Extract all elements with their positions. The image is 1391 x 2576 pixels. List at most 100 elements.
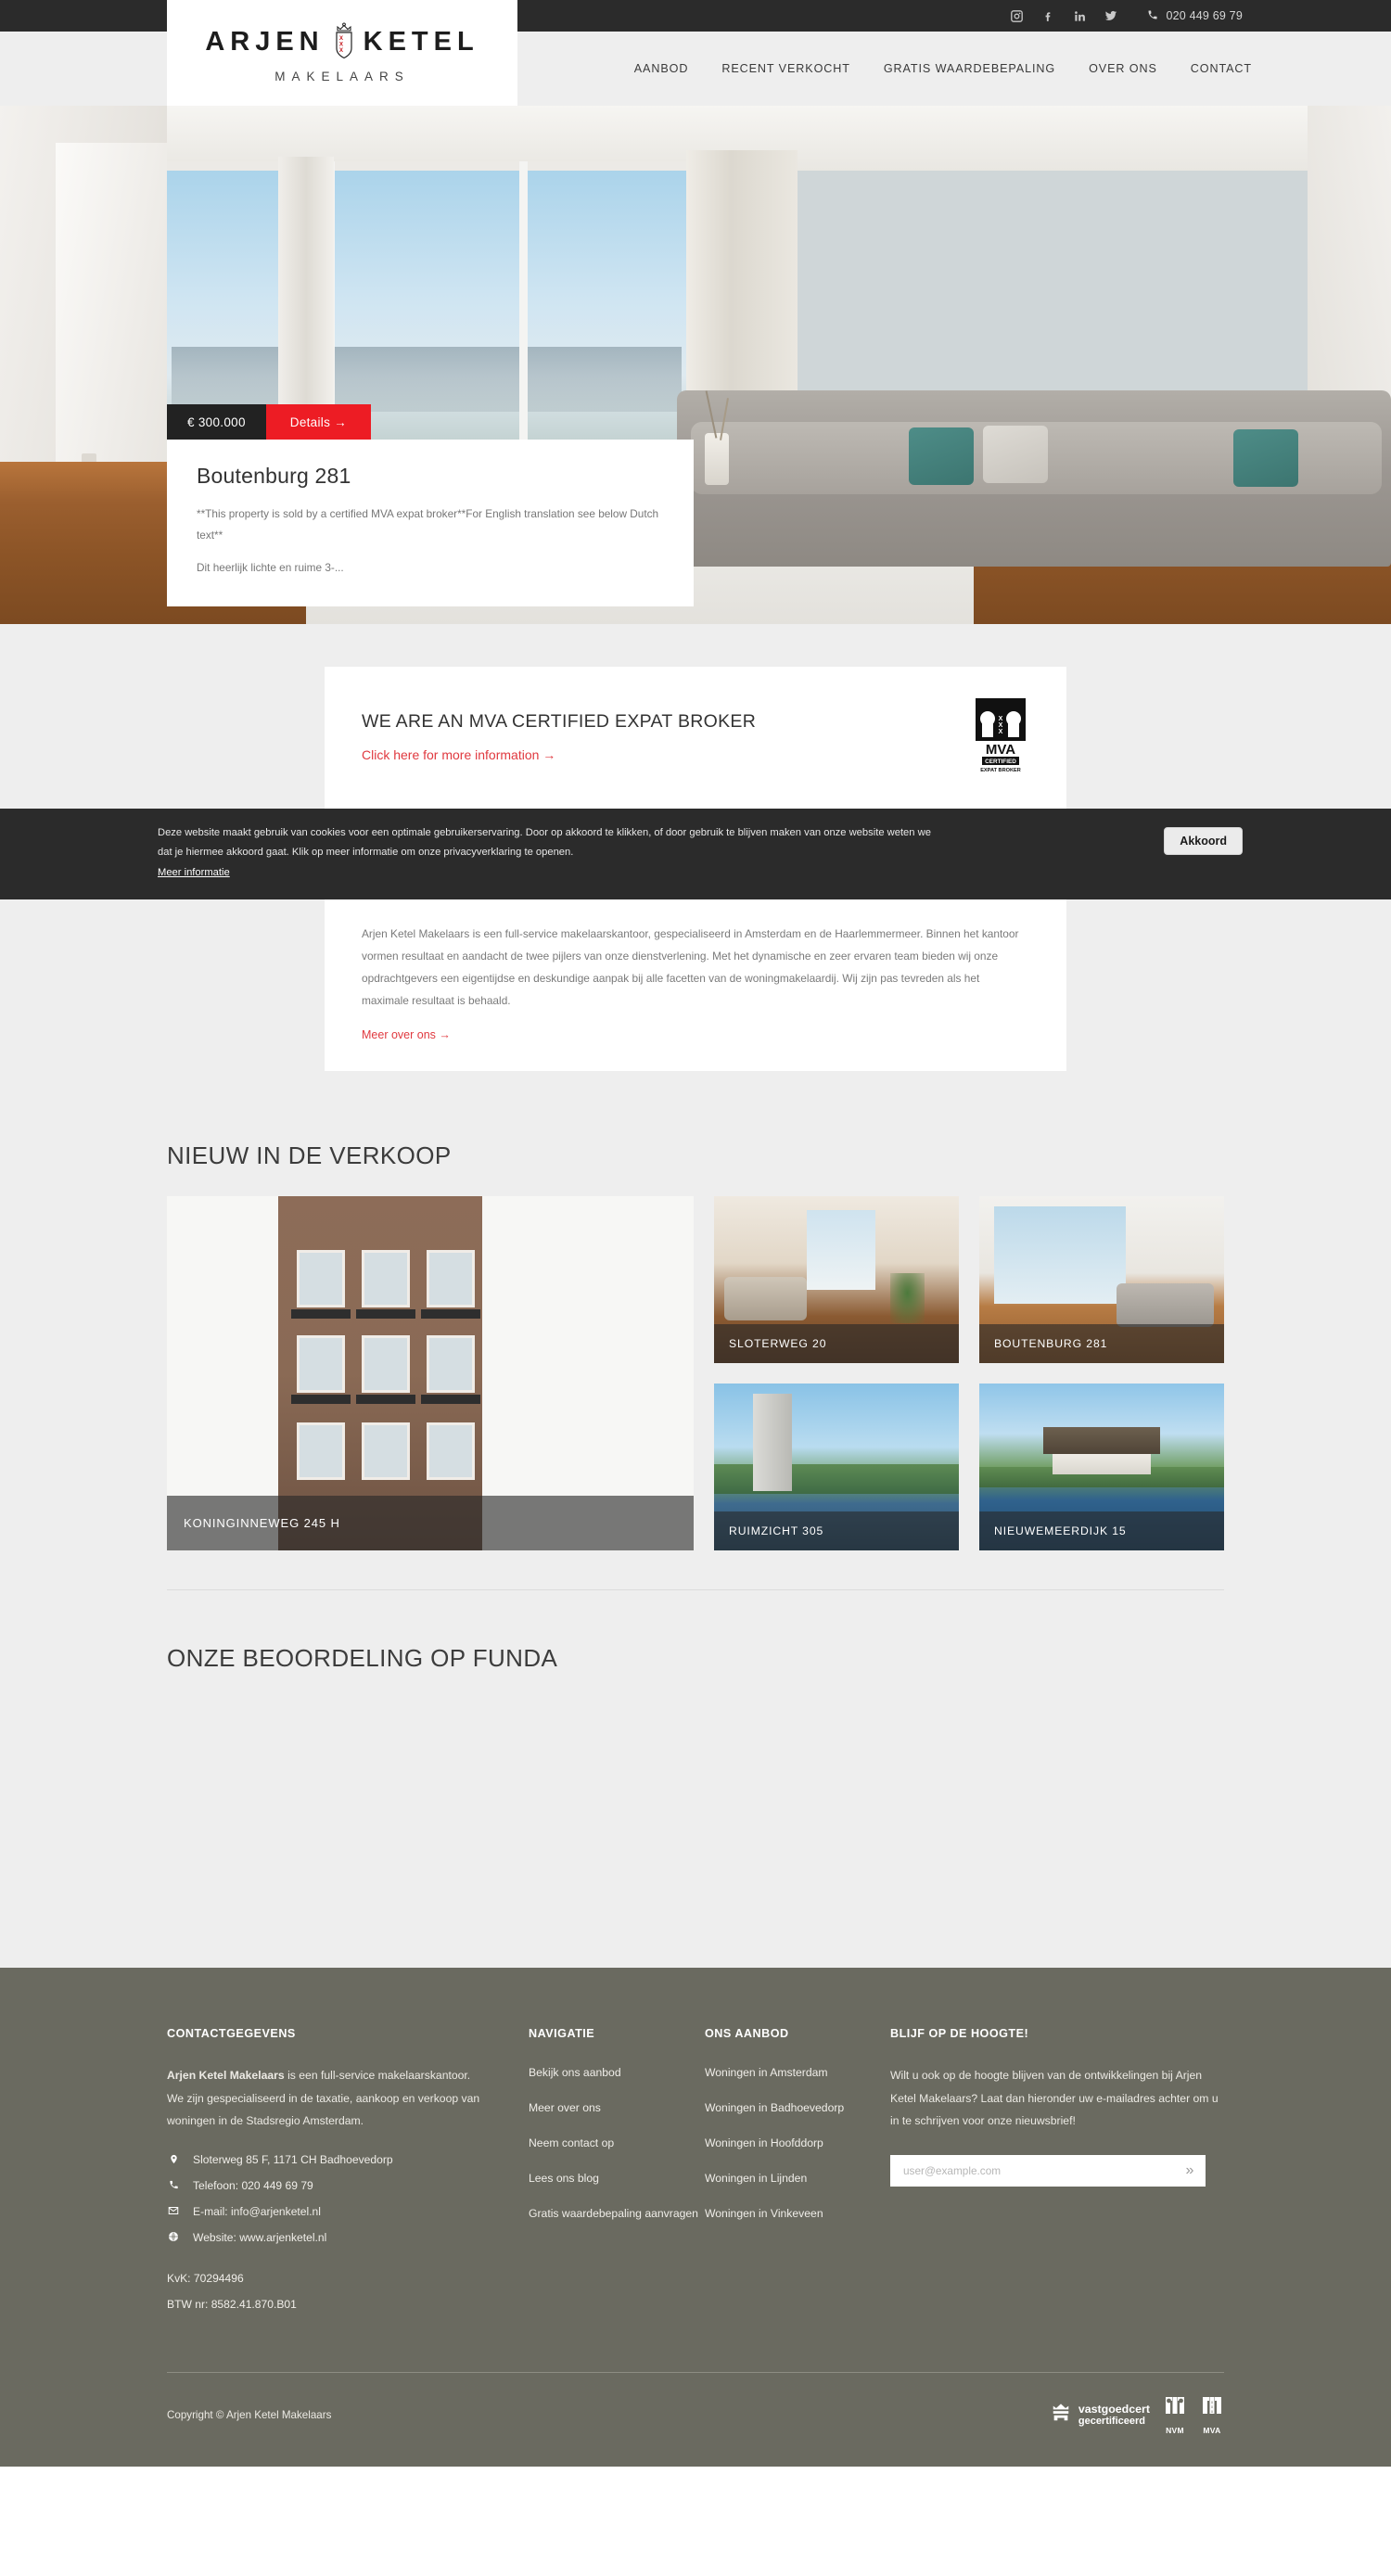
footer-offer-links: Woningen in Amsterdam Woningen in Badhoe… <box>705 2064 890 2223</box>
site-header: ARJEN X X X KETEL MAKELAARS AANBOD RECEN… <box>0 0 1391 106</box>
instagram-icon[interactable] <box>1001 0 1032 32</box>
footer-link-woningen-badhoevedorp[interactable]: Woningen in Badhoevedorp <box>705 2099 890 2117</box>
intro-paragraph: Arjen Ketel Makelaars is een full-servic… <box>362 927 1019 1007</box>
footer-kvk: KvK: 70294496 <box>167 2271 244 2285</box>
nav-item-over-ons[interactable]: OVER ONS <box>1089 62 1157 75</box>
listing-label: BOUTENBURG 281 <box>979 1324 1224 1364</box>
footer-newsletter-text: Wilt u ook op de hoogte blijven van de o… <box>890 2069 1219 2128</box>
intro-card: Arjen Ketel Makelaars is een full-servic… <box>325 899 1066 1072</box>
footer-navigation-links: Bekijk ons aanbod Meer over ons Neem con… <box>529 2064 705 2223</box>
footer-website-row[interactable]: Website: www.arjenketel.nl <box>167 2231 482 2244</box>
nvm-label: NVM <box>1166 2425 1184 2435</box>
hero-tags: € 300.000 Details → <box>167 404 473 440</box>
hero-price-tag: € 300.000 <box>167 404 266 440</box>
footer-company-name: Arjen Ketel Makelaars <box>167 2069 285 2083</box>
listing-label: RUIMZICHT 305 <box>714 1511 959 1551</box>
hero-property-desc-1: **This property is sold by a certified M… <box>197 507 659 542</box>
footer-link-woningen-lijnden[interactable]: Woningen in Lijnden <box>705 2170 890 2187</box>
svg-text:X: X <box>999 722 1003 729</box>
footer-newsletter-column: BLIJF OP DE HOOGTE! Wilt u ook op de hoo… <box>890 2027 1224 2323</box>
listings-grid: KONINGINNEWEG 245 H SLOTERWEG 20 BOUTENB… <box>167 1196 1224 1551</box>
footer-website: Website: www.arjenketel.nl <box>193 2230 327 2244</box>
hero-property-desc-2: Dit heerlijk lichte en ruime 3-... <box>197 561 344 574</box>
footer-link-lees-ons-blog[interactable]: Lees ons blog <box>529 2170 705 2187</box>
hero-details-button[interactable]: Details → <box>265 404 371 440</box>
hero-property-title: Boutenburg 281 <box>197 464 351 488</box>
phone-icon <box>167 2179 180 2190</box>
footer-link-bekijk-ons-aanbod[interactable]: Bekijk ons aanbod <box>529 2064 705 2082</box>
svg-text:X: X <box>339 47 349 54</box>
mva-heading: WE ARE AN MVA CERTIFIED EXPAT BROKER <box>362 711 757 732</box>
footer-address: Sloterweg 85 F, 1171 CH Badhoevedorp <box>193 2152 393 2166</box>
linkedin-icon[interactable] <box>1064 0 1095 32</box>
nav-item-aanbod[interactable]: AANBOD <box>634 62 689 75</box>
footer-navigation-heading: NAVIGATIE <box>529 2027 595 2041</box>
listing-card-boutenburg-281[interactable]: BOUTENBURG 281 <box>979 1196 1224 1364</box>
nvm-logo: NVM <box>1163 2395 1187 2435</box>
footer-link-woningen-hoofddorp[interactable]: Woningen in Hoofddorp <box>705 2135 890 2152</box>
footer-newsletter-heading: BLIJF OP DE HOOGTE! <box>890 2027 1029 2041</box>
footer-link-neem-contact-op[interactable]: Neem contact op <box>529 2135 705 2152</box>
svg-text:CERTIFIED: CERTIFIED <box>985 759 1016 765</box>
footer-phone-row[interactable]: Telefoon: 020 449 69 79 <box>167 2179 482 2192</box>
cookie-consent-bar: Deze website maakt gebruik van cookies v… <box>0 809 1391 900</box>
intro-more-link[interactable]: Meer over ons → <box>362 1028 451 1041</box>
funda-heading: ONZE BEOORDELING OP FUNDA <box>167 1644 558 1673</box>
footer-link-woningen-amsterdam[interactable]: Woningen in Amsterdam <box>705 2064 890 2082</box>
phone-number: 020 449 69 79 <box>1166 9 1243 22</box>
logo[interactable]: ARJEN X X X KETEL MAKELAARS <box>167 0 517 106</box>
listing-card-featured[interactable]: KONINGINNEWEG 245 H <box>167 1196 694 1551</box>
nav-item-contact[interactable]: CONTACT <box>1191 62 1252 75</box>
footer-email: E-mail: info@arjenketel.nl <box>193 2204 321 2218</box>
footer-contact-column: CONTACTGEGEVENS Arjen Ketel Makelaars is… <box>167 2027 529 2323</box>
logo-wordmark: ARJEN X X X KETEL <box>205 22 479 61</box>
cookie-more-info-link[interactable]: Meer informatie <box>158 863 230 883</box>
mva-more-info-link[interactable]: Click here for more information → <box>362 747 555 762</box>
footer-email-row[interactable]: E-mail: info@arjenketel.nl <box>167 2205 482 2218</box>
footer-offer-heading: ONS AANBOD <box>705 2027 789 2041</box>
footer-phone: Telefoon: 020 449 69 79 <box>193 2178 313 2192</box>
listing-card-nieuwemeerdijk-15[interactable]: NIEUWEMEERDIJK 15 <box>979 1384 1224 1551</box>
mva-banner: WE ARE AN MVA CERTIFIED EXPAT BROKER Cli… <box>325 667 1066 809</box>
listing-label: NIEUWEMEERDIJK 15 <box>979 1511 1224 1551</box>
footer-link-woningen-vinkeveen[interactable]: Woningen in Vinkeveen <box>705 2205 890 2223</box>
footer-offer-column: ONS AANBOD Woningen in Amsterdam Woninge… <box>705 2027 890 2323</box>
footer-contact-list: Sloterweg 85 F, 1171 CH Badhoevedorp Tel… <box>167 2153 482 2244</box>
vastgoedcert-text: vastgoedcert gecertificeerd <box>1078 2403 1150 2428</box>
newsletter-email-input[interactable] <box>890 2154 1174 2187</box>
footer-contact-blurb: Arjen Ketel Makelaars is een full-servic… <box>167 2064 482 2132</box>
hero-card-body: Boutenburg 281 **This property is sold b… <box>167 440 694 606</box>
map-pin-icon <box>167 2153 180 2165</box>
phone-icon <box>1147 9 1158 23</box>
svg-text:MVA: MVA <box>986 742 1015 758</box>
cookie-message: Deze website maakt gebruik van cookies v… <box>158 827 931 858</box>
intro-section: Arjen Ketel Makelaars is een full-servic… <box>0 899 1391 1089</box>
main-navigation: AANBOD RECENT VERKOCHT GRATIS WAARDEBEPA… <box>634 62 1252 75</box>
footer-address-row: Sloterweg 85 F, 1171 CH Badhoevedorp <box>167 2153 482 2166</box>
nav-item-gratis-waardebepaling[interactable]: GRATIS WAARDEBEPALING <box>884 62 1055 75</box>
mva-text-block: WE ARE AN MVA CERTIFIED EXPAT BROKER Cli… <box>362 711 756 764</box>
listing-card-sloterweg-20[interactable]: SLOTERWEG 20 <box>714 1196 959 1364</box>
cookie-accept-button[interactable]: Akkoord <box>1164 827 1243 855</box>
cookie-text-block: Deze website maakt gebruik van cookies v… <box>158 823 937 883</box>
mva-logo: x x x MVA <box>1200 2395 1224 2435</box>
footer-link-meer-over-ons[interactable]: Meer over ons <box>529 2099 705 2117</box>
crown-icon <box>1051 2402 1071 2429</box>
svg-text:EXPAT BROKER: EXPAT BROKER <box>980 768 1021 772</box>
newsletter-submit-button[interactable]: » <box>1174 2155 1206 2187</box>
phone-block[interactable]: 020 449 69 79 <box>1147 9 1243 23</box>
listing-label: SLOTERWEG 20 <box>714 1324 959 1364</box>
mva-label: MVA <box>1203 2425 1221 2435</box>
listing-card-ruimzicht-305[interactable]: RUIMZICHT 305 <box>714 1384 959 1551</box>
newsletter-form: » <box>890 2154 1206 2187</box>
listing-label: KONINGINNEWEG 245 H <box>167 1496 694 1551</box>
footer-certification-logos: vastgoedcert gecertificeerd NVM x x x MV… <box>1051 2395 1224 2435</box>
twitter-icon[interactable] <box>1095 0 1127 32</box>
mva-certified-logo: X X X MVA CERTIFIED EXPAT BROKER <box>972 698 1029 777</box>
footer-btw: BTW nr: 8582.41.870.B01 <box>167 2297 297 2311</box>
facebook-icon[interactable] <box>1032 0 1064 32</box>
nav-item-recent-verkocht[interactable]: RECENT VERKOCHT <box>721 62 850 75</box>
footer-link-gratis-waardebepaling[interactable]: Gratis waardebepaling aanvragen <box>529 2205 705 2223</box>
hero-property-card[interactable]: € 300.000 Details → Boutenburg 281 **Thi… <box>167 404 694 606</box>
vastgoedcert-line2: gecertificeerd <box>1078 2415 1146 2427</box>
